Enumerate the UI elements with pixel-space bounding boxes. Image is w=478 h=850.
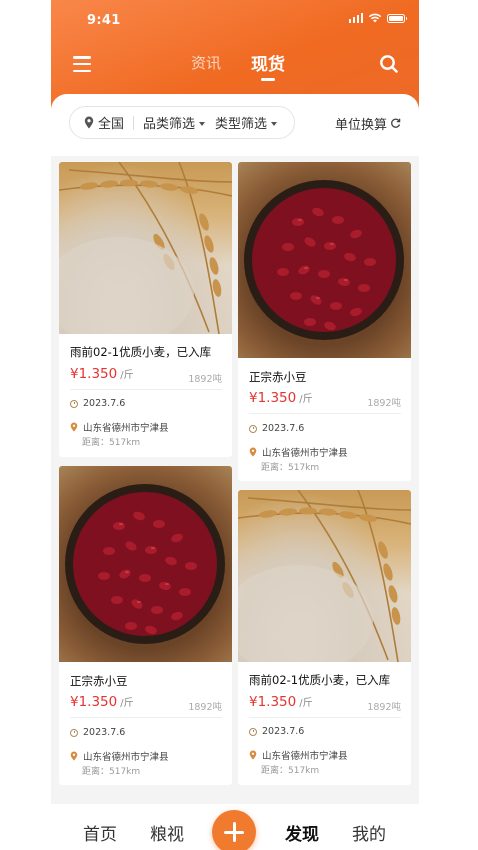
date-text: 2023.7.6 — [83, 398, 126, 409]
product-address: 山东省德州市宁津县 — [249, 445, 348, 459]
date-text: 2023.7.6 — [262, 423, 305, 434]
clock-icon — [70, 399, 78, 408]
tab-news[interactable]: 资讯 — [191, 52, 221, 73]
address-text: 山东省德州市宁津县 — [83, 752, 169, 763]
status-icons — [348, 13, 407, 23]
product-distance: 距离：517km — [261, 463, 320, 473]
product-date: 2023.7.6 — [249, 726, 304, 737]
caret-down-icon — [199, 121, 206, 126]
location-pin-icon — [249, 447, 257, 457]
product-price: ¥1.350/斤 — [249, 694, 313, 710]
battery-icon — [387, 13, 407, 23]
price-unit: /斤 — [120, 698, 134, 709]
address-text: 山东省德州市宁津县 — [262, 751, 348, 762]
location-pin-icon — [84, 116, 94, 129]
product-title: 正宗赤小豆 — [249, 370, 307, 384]
product-date: 2023.7.6 — [249, 423, 304, 434]
region-filter[interactable]: 全国 — [98, 113, 124, 132]
tab-spot[interactable]: 现货 — [251, 50, 285, 75]
product-image-red-beans — [238, 162, 411, 358]
product-stock: 1892吨 — [188, 702, 222, 713]
date-text: 2023.7.6 — [83, 727, 126, 738]
price-unit: /斤 — [299, 394, 313, 405]
nav-item-home[interactable]: 首页 — [83, 820, 117, 845]
product-card[interactable]: 正宗赤小豆 ¥1.350/斤 1892吨 2023.7.6 山东省德州市宁津县 … — [238, 162, 411, 481]
status-time: 9:41 — [87, 13, 121, 28]
active-tab-indicator — [261, 78, 275, 81]
menu-icon[interactable] — [73, 56, 91, 73]
refresh-icon — [391, 118, 401, 128]
price-value: ¥1.350 — [249, 390, 297, 406]
nav-item-grain-video[interactable]: 粮视 — [150, 820, 184, 845]
product-image-red-beans — [59, 466, 232, 662]
clock-icon — [70, 728, 78, 737]
price-value: ¥1.350 — [70, 694, 118, 710]
top-nav: 资讯 现货 — [51, 44, 419, 84]
type-filter[interactable]: 类型筛选 — [215, 113, 278, 132]
product-title: 正宗赤小豆 — [70, 674, 128, 688]
filter-pill: 全国 品类筛选 类型筛选 — [69, 106, 295, 139]
price-value: ¥1.350 — [70, 366, 118, 382]
product-address: 山东省德州市宁津县 — [249, 748, 348, 762]
product-card[interactable]: 雨前02-1优质小麦，已入库 ¥1.350/斤 1892吨 2023.7.6 山… — [59, 162, 232, 457]
price-unit: /斤 — [299, 698, 313, 709]
caret-down-icon — [271, 121, 278, 126]
card-divider — [70, 717, 222, 718]
price-unit: /斤 — [120, 370, 134, 381]
wifi-icon — [368, 13, 382, 23]
card-divider — [249, 717, 401, 718]
product-address: 山东省德州市宁津县 — [70, 420, 169, 434]
unit-convert-button[interactable]: 单位换算 — [335, 114, 401, 133]
signal-icon — [348, 13, 363, 23]
product-image-wheat — [59, 162, 232, 334]
card-divider — [249, 413, 401, 414]
bottom-nav: 首页 粮视 发现 我的 — [51, 804, 419, 850]
phone-screen: 9:41 资讯 现货 全国 品类筛选 类型筛选 单位换算 雨前02-1优质小麦，… — [51, 0, 419, 850]
date-text: 2023.7.6 — [262, 726, 305, 737]
location-pin-icon — [70, 422, 78, 432]
search-icon[interactable] — [379, 54, 399, 74]
product-price: ¥1.350/斤 — [70, 366, 134, 382]
product-distance: 距离：517km — [82, 767, 141, 777]
product-date: 2023.7.6 — [70, 398, 125, 409]
address-text: 山东省德州市宁津县 — [83, 423, 169, 434]
status-bar: 9:41 — [51, 0, 419, 40]
location-pin-icon — [70, 751, 78, 761]
product-price: ¥1.350/斤 — [70, 694, 134, 710]
unit-convert-label: 单位换算 — [334, 118, 387, 133]
product-title: 雨前02-1优质小麦，已入库 — [70, 345, 212, 359]
nav-item-discover[interactable]: 发现 — [285, 820, 319, 845]
card-divider — [70, 389, 222, 390]
product-card[interactable]: 雨前02-1优质小麦，已入库 ¥1.350/斤 1892吨 2023.7.6 山… — [238, 490, 411, 785]
product-address: 山东省德州市宁津县 — [70, 749, 169, 763]
product-distance: 距离：517km — [261, 766, 320, 776]
clock-icon — [249, 424, 257, 433]
product-distance: 距离：517km — [82, 438, 141, 448]
product-image-wheat — [238, 490, 411, 662]
filter-bar: 全国 品类筛选 类型筛选 单位换算 — [51, 94, 419, 156]
add-button[interactable] — [212, 810, 256, 850]
product-stock: 1892吨 — [188, 374, 222, 385]
product-title: 雨前02-1优质小麦，已入库 — [249, 673, 391, 687]
product-price: ¥1.350/斤 — [249, 390, 313, 406]
product-card[interactable]: 正宗赤小豆 ¥1.350/斤 1892吨 2023.7.6 山东省德州市宁津县 … — [59, 466, 232, 785]
price-value: ¥1.350 — [249, 694, 297, 710]
category-filter[interactable]: 品类筛选 — [143, 113, 206, 132]
category-filter-label: 品类筛选 — [143, 117, 196, 132]
address-text: 山东省德州市宁津县 — [262, 448, 348, 459]
filter-divider — [133, 115, 135, 130]
clock-icon — [249, 727, 257, 736]
product-stock: 1892吨 — [367, 702, 401, 713]
product-date: 2023.7.6 — [70, 727, 125, 738]
location-pin-icon — [249, 750, 257, 760]
nav-item-mine[interactable]: 我的 — [352, 820, 386, 845]
product-stock: 1892吨 — [367, 398, 401, 409]
type-filter-label: 类型筛选 — [215, 117, 268, 132]
